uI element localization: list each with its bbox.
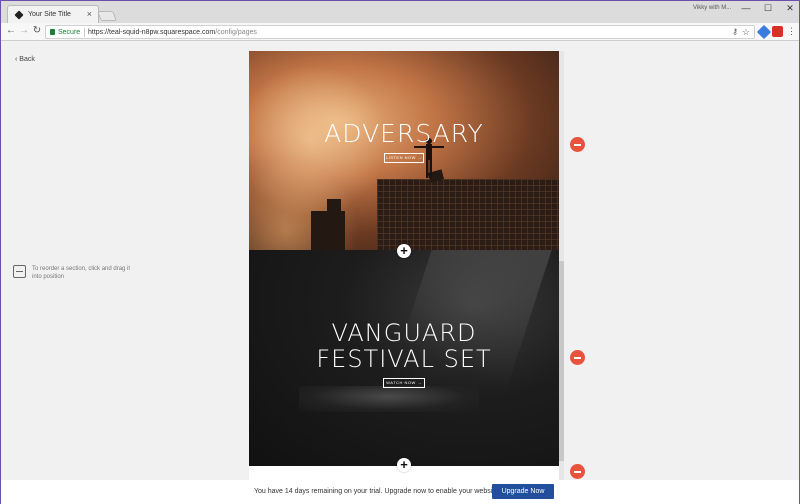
forward-arrow-icon[interactable]: → <box>18 25 30 36</box>
browser-menu-icon[interactable]: ⋮ <box>787 26 796 37</box>
minimize-icon[interactable]: — <box>739 3 753 13</box>
section-vanguard[interactable]: VANGUARD FESTIVAL SET WATCH NOW → <box>249 250 559 466</box>
browser-window: Your Site Title × Vikky with M... — ☐ ✕ … <box>0 0 800 504</box>
extension-red-icon[interactable] <box>772 26 783 37</box>
remove-section-button[interactable] <box>570 350 585 365</box>
reload-icon[interactable]: ↻ <box>31 25 43 36</box>
trial-bar: You have 14 days remaining on your trial… <box>1 480 799 504</box>
remove-section-button[interactable] <box>570 137 585 152</box>
tab-strip: Your Site Title × Vikky with M... — ☐ ✕ <box>1 1 799 23</box>
bookmark-star-icon[interactable]: ☆ <box>742 27 750 38</box>
tower-building <box>311 211 345 250</box>
maximize-icon[interactable]: ☐ <box>761 3 775 14</box>
trial-message: You have 14 days remaining on your trial… <box>254 488 501 495</box>
extension-icon[interactable] <box>756 24 772 40</box>
section-adversary[interactable]: ADVERSARY LISTEN NOW → <box>249 51 559 250</box>
remove-section-button[interactable] <box>570 464 585 479</box>
add-section-button[interactable]: + <box>397 458 411 472</box>
section-title: ADVERSARY <box>324 119 484 148</box>
section-title: VANGUARD FESTIVAL SET <box>249 320 559 372</box>
scrollbar-thumb[interactable] <box>559 261 564 461</box>
section-title-line1: VANGUARD <box>331 319 477 347</box>
tab-close-icon[interactable]: × <box>87 9 92 19</box>
browser-tab[interactable]: Your Site Title × <box>7 5 99 23</box>
add-section-button[interactable]: + <box>397 244 411 258</box>
watch-now-button[interactable]: WATCH NOW → <box>383 378 425 388</box>
close-window-icon[interactable]: ✕ <box>783 3 797 14</box>
lock-icon <box>50 29 55 35</box>
back-label: Back <box>19 56 35 63</box>
url-text: https://teal-squid-n8pw.squarespace.com/… <box>88 29 257 36</box>
upgrade-now-button[interactable]: Upgrade Now <box>492 484 554 499</box>
squarespace-favicon-icon <box>14 10 24 20</box>
secure-label: Secure <box>58 29 81 36</box>
chevron-left-icon: ‹ <box>15 56 18 63</box>
preview-scrollbar[interactable] <box>559 51 564 504</box>
page-preview: ADVERSARY LISTEN NOW → VANGUARD FESTIVAL… <box>249 51 559 504</box>
new-tab-button[interactable] <box>97 11 117 21</box>
address-separator <box>84 28 85 37</box>
tower-top <box>327 199 341 213</box>
dj-stage <box>299 386 479 412</box>
url-host: https://teal-squid-n8pw.squarespace.com <box>88 29 216 36</box>
url-path: /config/pages <box>215 29 257 36</box>
scaffold-building <box>377 179 559 250</box>
window-user-label[interactable]: Vikky with M... <box>693 5 731 11</box>
back-arrow-icon[interactable]: ← <box>5 25 17 36</box>
editor-content: ‹ Back To reorder a section, click and d… <box>1 41 799 504</box>
back-link[interactable]: ‹ Back <box>15 56 35 63</box>
key-icon[interactable]: ⚷ <box>732 27 738 36</box>
reorder-hint: To reorder a section, click and drag it … <box>32 266 131 280</box>
browser-toolbar: ← → ↻ Secure https://teal-squid-n8pw.squ… <box>1 23 799 41</box>
listen-now-button[interactable]: LISTEN NOW → <box>384 153 424 163</box>
address-bar[interactable]: Secure https://teal-squid-n8pw.squarespa… <box>45 25 755 39</box>
reorder-icon <box>13 265 26 278</box>
section-title-line2: FESTIVAL SET <box>316 345 492 373</box>
tab-title: Your Site Title <box>28 11 71 18</box>
